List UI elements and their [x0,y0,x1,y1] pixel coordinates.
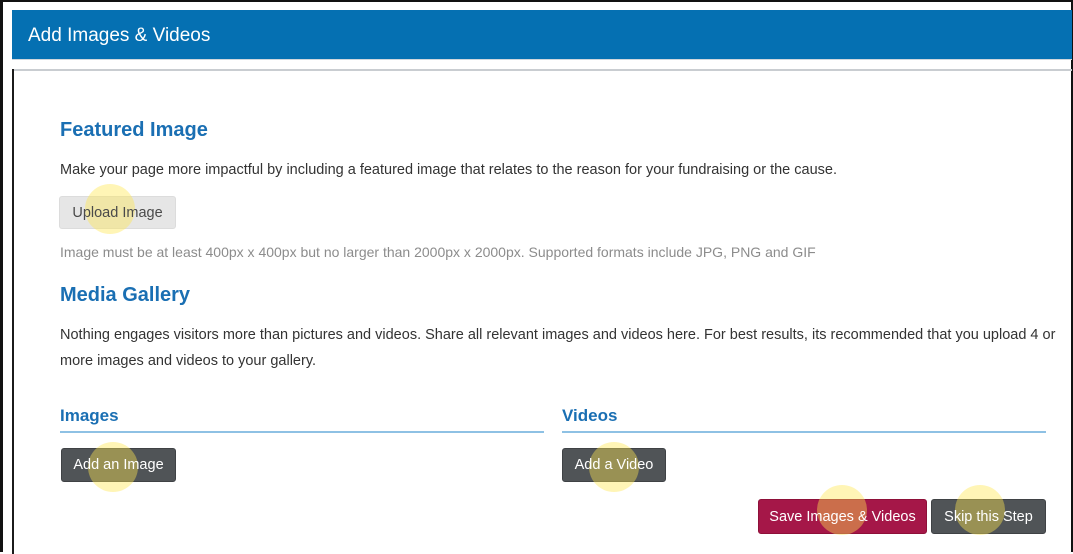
add-video-label: Add a Video [574,457,654,473]
add-image-label: Add an Image [73,457,164,473]
save-images-videos-button[interactable]: Save Images & Videos [758,499,927,534]
images-divider [60,431,544,433]
images-subheading: Images [60,406,119,425]
skip-step-label: Skip this Step [944,508,1033,525]
add-image-button[interactable]: Add an Image [61,448,176,482]
title-divider [12,69,1072,71]
panel-left-edge [12,69,14,554]
videos-divider [562,431,1046,433]
media-gallery-heading: Media Gallery [60,284,191,306]
image-requirements-hint: Image must be at least 400px x 400px but… [60,244,816,260]
dialog-frame: Add Images & Videos Featured Image Make … [0,0,1073,554]
upload-image-label: Upload Image [72,204,163,221]
dialog-title: Add Images & Videos [28,25,211,46]
media-gallery-description: Nothing engages visitors more than pictu… [60,327,1056,369]
featured-image-description: Make your page more impactful by includi… [60,162,837,178]
featured-image-heading: Featured Image [60,119,208,141]
add-video-button[interactable]: Add a Video [562,448,666,482]
upload-image-button[interactable]: Upload Image [59,196,176,229]
skip-step-button[interactable]: Skip this Step [931,499,1046,534]
save-images-videos-label: Save Images & Videos [769,508,916,525]
dialog-title-bar: Add Images & Videos [12,10,1072,60]
videos-subheading: Videos [562,406,618,425]
